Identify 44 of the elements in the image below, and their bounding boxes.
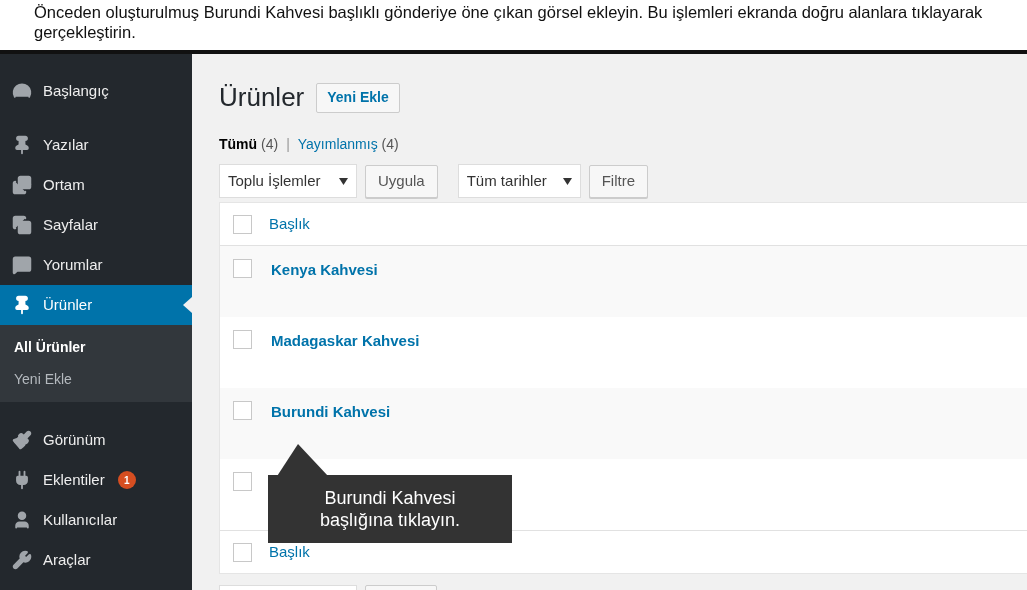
pin-icon — [12, 135, 32, 155]
post-title-link[interactable]: Burundi Kahvesi — [271, 401, 391, 424]
sidebar-item[interactable]: Sayfalar — [0, 205, 192, 245]
speech-bubble-icon — [12, 255, 32, 275]
checkbox[interactable] — [233, 401, 252, 420]
post-title-link[interactable]: Madagaskar Kahvesi — [271, 330, 420, 353]
paintbrush-icon — [12, 430, 32, 450]
apply-button[interactable]: Uygula — [365, 164, 438, 198]
sidebar-item[interactable]: Görünüm — [0, 420, 192, 460]
page-title: Ürünler — [219, 81, 305, 114]
filter-link[interactable]: Tümü (4) — [219, 134, 279, 155]
pin-icon — [12, 295, 32, 315]
instruction-text: Önceden oluşturulmuş Burundi Kahvesi başlıklı gönderiye öne çıkan görsel ekleyin. Bu işlemleri ekranda doğru alanlara tıklayarak gerçekleştirin. — [34, 2, 984, 42]
submenu-item[interactable]: Yeni Ekle — [0, 369, 192, 390]
filter-link[interactable]: Yayımlanmış (4) — [297, 134, 399, 155]
sidebar-item[interactable]: Araçlar — [0, 540, 192, 580]
sidebar-item[interactable]: Ortam — [0, 165, 192, 205]
checkbox[interactable] — [233, 214, 252, 234]
pages-icon — [12, 215, 32, 235]
filter-button[interactable]: Filtre — [588, 164, 649, 198]
sidebar-item[interactable]: Yazılar — [0, 125, 192, 165]
column-header[interactable]: Başlık — [269, 540, 310, 564]
separator: | — [286, 135, 290, 154]
checkbox[interactable] — [233, 259, 252, 278]
dropdown-arrow-icon — [339, 177, 348, 185]
checkbox[interactable] — [233, 472, 252, 491]
date-select[interactable]: Tüm tarihler — [457, 164, 581, 198]
count-badge: 1 — [117, 471, 136, 489]
checkbox[interactable] — [233, 330, 252, 349]
submenu-item[interactable]: All Ürünler — [0, 337, 192, 358]
images-icon — [12, 175, 32, 195]
sidebar-item[interactable]: Başlangıç — [0, 71, 192, 111]
column-header[interactable]: Başlık — [269, 212, 310, 236]
checkbox[interactable] — [233, 542, 252, 562]
user-icon — [12, 510, 32, 530]
sidebar-item[interactable]: Eklentiler 1 — [0, 460, 192, 500]
bulk-actions-select[interactable]: Toplu İşlemler — [219, 164, 357, 198]
post-title-link[interactable]: Kenya Kahvesi — [271, 259, 378, 282]
dropdown-arrow-icon — [562, 177, 572, 185]
add-new-button[interactable]: Yeni Ekle — [316, 82, 400, 113]
wrench-icon — [12, 550, 32, 570]
sidebar-item[interactable]: Yorumlar — [0, 245, 192, 285]
sidebar-item[interactable]: Kullanıcılar — [0, 500, 192, 540]
sidebar-item[interactable]: Ürünler — [0, 285, 192, 325]
